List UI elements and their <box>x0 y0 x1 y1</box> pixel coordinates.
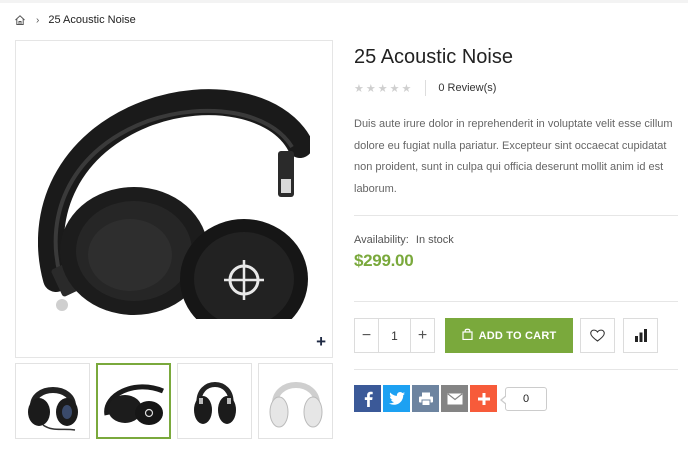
quantity-stepper: − + <box>354 318 435 353</box>
thumbnail-strip <box>15 363 333 439</box>
star-icon: ★ <box>389 82 401 95</box>
main-product-image[interactable]: + <box>15 40 333 358</box>
star-icon: ★ <box>365 82 377 95</box>
star-icon: ★ <box>401 82 413 95</box>
divider <box>354 215 678 216</box>
thumbnail-4[interactable] <box>258 363 333 439</box>
quantity-input[interactable] <box>379 319 410 352</box>
home-icon[interactable] <box>14 14 26 26</box>
print-share-button[interactable] <box>412 385 439 412</box>
availability: Availability: In stock <box>354 234 454 246</box>
star-icon: ★ <box>377 82 389 95</box>
thumbnail-1[interactable] <box>15 363 90 439</box>
email-icon <box>446 392 463 404</box>
wishlist-button[interactable] <box>580 318 615 353</box>
shopping-bag-icon <box>462 328 473 343</box>
headphones-thumbnail-icon <box>103 384 164 425</box>
headphones-thumbnail-icon <box>27 387 78 431</box>
print-icon <box>418 392 433 406</box>
top-border <box>0 0 688 3</box>
facebook-icon <box>364 391 373 407</box>
quantity-increase-button[interactable]: + <box>410 319 434 352</box>
plus-share-icon <box>477 392 490 405</box>
thumbnail-2[interactable] <box>96 363 171 439</box>
product-price: $299.00 <box>354 251 414 270</box>
breadcrumb-current: 25 Acoustic Noise <box>48 14 136 26</box>
product-title: 25 Acoustic Noise <box>354 46 513 68</box>
thumbnail-3[interactable] <box>177 363 252 439</box>
twitter-share-button[interactable] <box>383 385 410 412</box>
facebook-share-button[interactable] <box>354 385 381 412</box>
bar-chart-icon <box>634 329 647 342</box>
add-to-cart-button[interactable]: Add to Cart <box>445 318 573 353</box>
more-share-button[interactable] <box>470 385 497 412</box>
breadcrumb: › 25 Acoustic Noise <box>14 13 136 27</box>
rating-row: ★ ★ ★ ★ ★ 0 Review(s) <box>354 80 496 96</box>
compare-button[interactable] <box>623 318 658 353</box>
twitter-icon <box>388 392 405 405</box>
headphones-image <box>38 89 310 319</box>
rating-stars: ★ ★ ★ ★ ★ <box>354 82 412 95</box>
zoom-plus-icon[interactable]: + <box>316 333 326 350</box>
headphones-thumbnail-icon <box>269 382 322 428</box>
availability-value: In stock <box>415 234 454 246</box>
rating-divider <box>425 80 427 96</box>
divider <box>354 301 678 302</box>
availability-label: Availability: <box>354 234 409 246</box>
divider <box>354 369 678 370</box>
email-share-button[interactable] <box>441 385 468 412</box>
add-to-cart-label: Add to Cart <box>478 329 557 342</box>
reviews-link[interactable]: 0 Review(s) <box>438 82 496 94</box>
share-count-badge: 0 <box>500 386 547 411</box>
star-icon: ★ <box>354 82 365 95</box>
quantity-decrease-button[interactable]: − <box>355 319 379 352</box>
heart-icon <box>590 329 605 342</box>
breadcrumb-separator: › <box>36 14 40 26</box>
product-description: Duis aute irure dolor in reprehenderit i… <box>354 118 673 195</box>
headphones-thumbnail-icon <box>193 382 236 424</box>
share-toolbar: 0 <box>354 385 547 412</box>
